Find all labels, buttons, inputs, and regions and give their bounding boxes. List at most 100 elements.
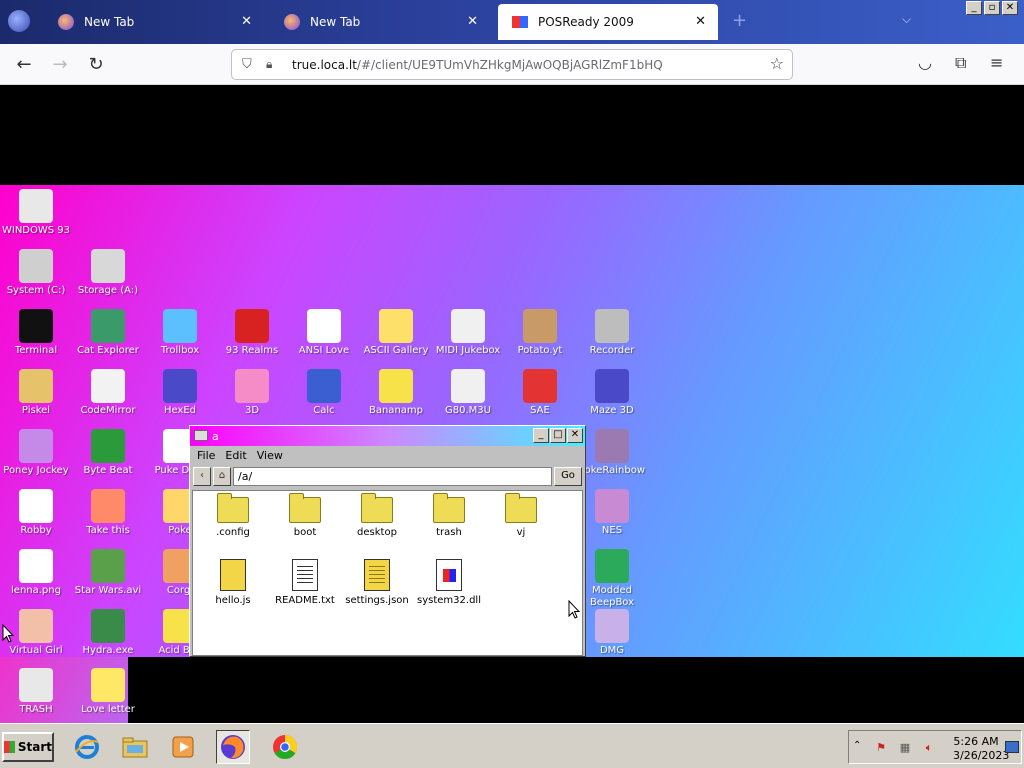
- desktop-icon-label: PokeRainbow: [579, 465, 645, 476]
- extensions-icon[interactable]: ⧉: [955, 53, 966, 73]
- volume-muted-icon[interactable]: 🔈︎: [921, 741, 937, 755]
- desktop-icon-ascii-gallery[interactable]: ASCII Gallery: [360, 309, 432, 357]
- start-button[interactable]: Start: [2, 732, 54, 762]
- trash-icon: [19, 668, 53, 702]
- desktop-icon-modded-beepbox[interactable]: Modded BeepBox: [576, 549, 648, 609]
- new-tab-button[interactable]: +: [732, 10, 747, 31]
- network-error-icon[interactable]: ⚑: [873, 741, 889, 755]
- desktop-icon-ansi-love[interactable]: ANSI Love: [288, 309, 360, 357]
- file-item[interactable]: hello.js: [197, 559, 269, 606]
- shield-icon[interactable]: ⛉: [242, 57, 256, 72]
- desktop-icon-terminal[interactable]: Terminal: [0, 309, 72, 357]
- win93-desktop-extension[interactable]: TRASH Love letter: [0, 657, 135, 723]
- bookmark-star-icon[interactable]: ☆: [770, 54, 784, 73]
- list-all-tabs-button[interactable]: ⌵: [902, 12, 911, 27]
- show-hidden-icons-button[interactable]: ⌃: [853, 740, 861, 751]
- desktop-icon-g80-m3u[interactable]: G80.M3U: [432, 369, 504, 417]
- tab-posready[interactable]: POSReady 2009 ✕: [498, 4, 718, 40]
- knight-icon: [235, 309, 269, 343]
- desktop-icon-robby[interactable]: Robby: [0, 489, 72, 537]
- desktop-icon-potato-yt[interactable]: Potato.yt: [504, 309, 576, 357]
- tab-new-tab-1[interactable]: New Tab ✕: [44, 4, 264, 40]
- stick-figure-icon: [19, 489, 53, 523]
- desktop-icon-lenna-png[interactable]: lenna.png: [0, 549, 72, 597]
- explorer-title-bar[interactable]: a _ □ ✕: [190, 426, 585, 446]
- folder-item[interactable]: desktop: [341, 493, 413, 538]
- close-button[interactable]: ✕: [1002, 1, 1018, 15]
- folder-item[interactable]: trash: [413, 493, 485, 538]
- show-desktop-icon[interactable]: [1005, 741, 1019, 753]
- go-button[interactable]: Go: [554, 466, 582, 486]
- hamburger-menu-icon[interactable]: ≡: [990, 53, 1003, 72]
- path-input[interactable]: /a/: [233, 466, 552, 486]
- folder-item[interactable]: .config: [197, 493, 269, 538]
- explorer-window[interactable]: a _ □ ✕ File Edit View ‹ ⌂ /a/ Go .confi…: [189, 425, 586, 657]
- back-arrow-icon[interactable]: ←: [12, 54, 36, 75]
- folder-item[interactable]: vj: [485, 493, 557, 538]
- close-tab-icon[interactable]: ✕: [241, 14, 252, 29]
- windows-explorer-icon[interactable]: [118, 730, 152, 764]
- desktop-icon-star-wars-avi[interactable]: Star Wars.avi: [72, 549, 144, 597]
- desktop-icon-codemirror[interactable]: CodeMirror: [72, 369, 144, 417]
- desktop-icon-midi-jukebox[interactable]: MIDI Jukebox: [432, 309, 504, 357]
- pocket-icon[interactable]: ◡: [918, 53, 932, 72]
- desktop-icon-system-c[interactable]: System (C:): [0, 249, 72, 297]
- desktop-icon-piskel[interactable]: Piskel: [0, 369, 72, 417]
- desktop-icon-sae[interactable]: SAE: [504, 369, 576, 417]
- url-bar[interactable]: ⛉ 🔒︎ true.loca.lt/#/client/UE9TUmVhZHkgM…: [231, 49, 793, 80]
- tab-new-tab-2[interactable]: New Tab ✕: [270, 4, 490, 40]
- close-button[interactable]: ✕: [567, 428, 583, 443]
- minimize-button[interactable]: _: [533, 428, 549, 443]
- restore-button[interactable]: ▫: [984, 1, 1000, 15]
- file-item[interactable]: README.txt: [269, 559, 341, 606]
- reload-icon[interactable]: ↻: [84, 54, 108, 75]
- maximize-button[interactable]: □: [550, 428, 566, 443]
- desktop-icon-windows-93[interactable]: WINDOWS 93: [0, 189, 72, 237]
- desktop-icon-dmg[interactable]: DMG: [576, 609, 648, 657]
- minimize-button[interactable]: _: [966, 1, 982, 15]
- menu-view[interactable]: View: [257, 449, 283, 462]
- clock[interactable]: 5:26 AM 3/26/2023: [953, 735, 1009, 763]
- desktop-icon-recorder[interactable]: Recorder: [576, 309, 648, 357]
- desktop-icon-pokerainbow[interactable]: PokeRainbow: [576, 429, 648, 477]
- menu-file[interactable]: File: [197, 449, 215, 462]
- desktop-icon-maze-3d[interactable]: Maze 3D: [576, 369, 648, 417]
- firefox-icon[interactable]: [216, 730, 250, 764]
- firefox-menu-icon[interactable]: [8, 10, 30, 32]
- back-button[interactable]: ‹: [193, 466, 211, 486]
- desktop-icon-take-this[interactable]: Take this: [72, 489, 144, 537]
- desktop-icon-3d[interactable]: 3D: [216, 369, 288, 417]
- chrome-icon[interactable]: [268, 730, 302, 764]
- file-item[interactable]: system32.dll: [413, 559, 485, 606]
- desktop-icon-hexed[interactable]: HexEd: [144, 369, 216, 417]
- desktop-icon-calc[interactable]: Calc: [288, 369, 360, 417]
- menu-edit[interactable]: Edit: [225, 449, 246, 462]
- explorer-file-pane[interactable]: .config boot desktop trash vj hello.js README.…: [192, 490, 583, 656]
- desktop-icon-label: ASCII Gallery: [363, 345, 429, 356]
- desktop-icon-label: ANSI Love: [298, 345, 350, 356]
- media-player-icon[interactable]: [166, 730, 200, 764]
- globe-cat-icon: [91, 309, 125, 343]
- close-tab-icon[interactable]: ✕: [467, 14, 478, 29]
- desktop-icon-cat-explorer[interactable]: Cat Explorer: [72, 309, 144, 357]
- desktop-icon-hydra-exe[interactable]: Hydra.exe: [72, 609, 144, 657]
- desktop-icon-trollbox[interactable]: Trollbox: [144, 309, 216, 357]
- desktop-icon-93-realms[interactable]: 93 Realms: [216, 309, 288, 357]
- lock-icon[interactable]: 🔒︎: [266, 57, 280, 72]
- desktop-icon-byte-beat[interactable]: Byte Beat: [72, 429, 144, 477]
- folder-icon: [433, 493, 465, 523]
- desktop-icon-trash[interactable]: TRASH: [0, 668, 72, 716]
- internet-explorer-icon[interactable]: [70, 730, 104, 764]
- desktop-icon-poney-jockey[interactable]: Poney Jockey: [0, 429, 72, 477]
- home-icon[interactable]: ⌂: [213, 466, 231, 486]
- desktop-icon-love-letter[interactable]: Love letter: [72, 668, 144, 716]
- desktop-icon-bananamp[interactable]: Bananamp: [360, 369, 432, 417]
- folder-item[interactable]: boot: [269, 493, 341, 538]
- file-item[interactable]: settings.json: [341, 559, 413, 606]
- desktop-icon-nes[interactable]: NES: [576, 489, 648, 537]
- url-text[interactable]: true.loca.lt/#/client/UE9TUmVhZHkgMjAwOQ…: [292, 58, 663, 72]
- network-icon[interactable]: ▦: [897, 741, 913, 755]
- desktop-icon-storage-a[interactable]: Storage (A:): [72, 249, 144, 297]
- forward-arrow-icon[interactable]: →: [48, 54, 72, 75]
- close-tab-icon[interactable]: ✕: [695, 14, 706, 29]
